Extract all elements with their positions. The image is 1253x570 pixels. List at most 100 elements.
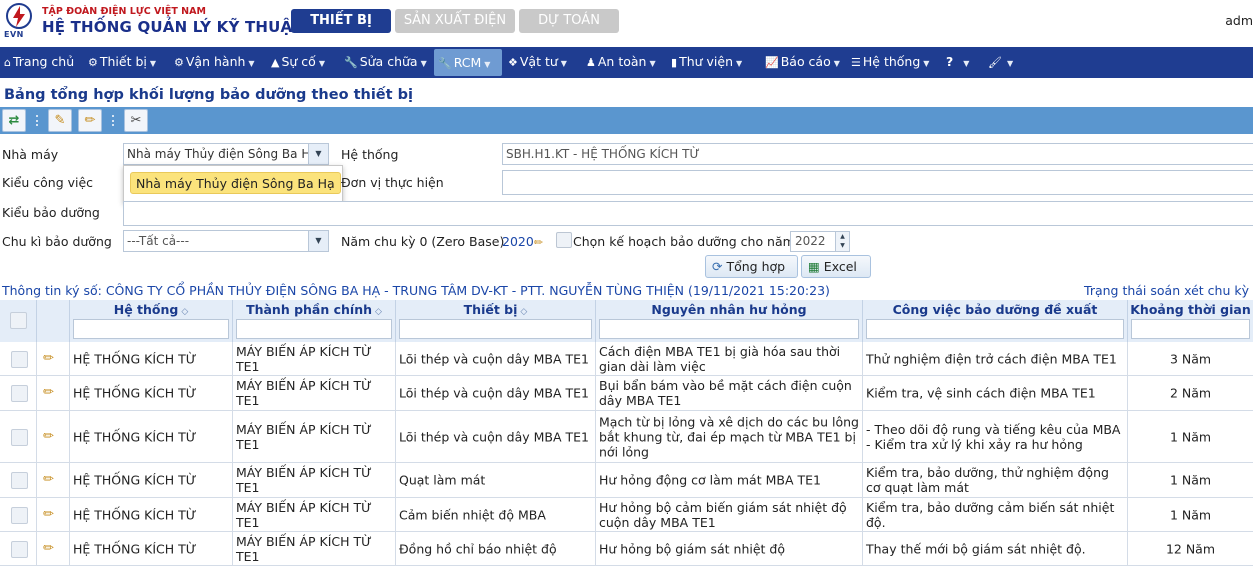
signature-info: Thông tin ký số: CÔNG TY CỔ PHẦN THỦY ĐI… [2, 283, 830, 298]
stepper-arrows-icon[interactable]: ▲ ▼ [835, 232, 849, 251]
page-title: Bảng tổng hợp khối lượng bảo dưỡng theo … [4, 87, 413, 103]
menu-van-hanh[interactable]: ⚙ Vận hành ▼ [174, 47, 255, 78]
menu-su-co[interactable]: ▲ Sự cố ▼ [271, 47, 325, 78]
row-checkbox[interactable] [11, 350, 28, 368]
edit-notes-icon: ✎ [54, 113, 66, 128]
chevron-down-icon[interactable]: ▼ [308, 231, 328, 251]
cell-cong-viec-text: Kiểm tra, bảo dưỡng cảm biến sát nhiệt đ… [866, 499, 1115, 530]
table-row[interactable]: ✏ HỆ THỐNG KÍCH TỪ MÁY BIẾN ÁP KÍCH TỪ TE1… [0, 411, 1253, 463]
tab-san-xuat-dien[interactable]: SẢN XUẤT ĐIỆN [395, 9, 515, 33]
cell-khoang-thoi-gian-text: 1 Năm [1169, 507, 1212, 522]
chon-ke-hoach-checkbox[interactable] [556, 232, 572, 248]
tools-button[interactable]: ✂ [124, 109, 148, 132]
cell-edit: ✏ [37, 376, 70, 410]
pencil-icon[interactable]: ✏ [43, 541, 54, 556]
table-row[interactable]: ✏ HỆ THỐNG KÍCH TỪ MÁY BIẾN ÁP KÍCH TỪ TE1… [0, 532, 1253, 566]
pencil-icon[interactable]: ✏ [43, 385, 54, 400]
menu-help[interactable]: ? ▼ [946, 47, 969, 78]
cell-nguyen-nhan-text: Hư hỏng bộ giám sát nhiệt độ [599, 541, 785, 556]
toolbar-separator [112, 115, 114, 126]
he-thong-input[interactable]: SBH.H1.KT - HỆ THỐNG KÍCH TỪ [502, 143, 1253, 165]
cell-nguyen-nhan-text: Bụi bẩn bám vào bề mặt cách điện cuộn dâ… [599, 378, 852, 408]
cell-cong-viec: - Theo dõi độ rung và tiếng kêu của MBA … [863, 411, 1128, 462]
chevron-down-icon: ▼ [833, 59, 840, 68]
cell-thiet-bi: Lõi thép và cuộn dây MBA TE1 [396, 342, 596, 375]
header-he-thong[interactable]: Hệ thống ◇ [70, 300, 233, 344]
user-name[interactable]: adm [1225, 13, 1253, 28]
chevron-down-icon: ▼ [248, 59, 255, 68]
cell-cong-viec: Thử nghiệm điện trở cách điện MBA TE1 [863, 342, 1128, 375]
row-checkbox[interactable] [11, 428, 28, 446]
swap-button[interactable]: ⇄ [2, 109, 26, 132]
select-all-checkbox[interactable] [10, 312, 27, 329]
edit-button[interactable]: ✏ [78, 109, 102, 132]
tab-thiet-bi[interactable]: THIẾT BỊ [291, 9, 391, 33]
filter-he-thong[interactable] [73, 319, 229, 339]
pencil-icon[interactable]: ✏ [43, 351, 54, 366]
cell-he-thong: HỆ THỐNG KÍCH TỪ [70, 498, 233, 531]
menu-theme[interactable]: 🖌 ▼ [988, 47, 1013, 78]
tab-du-toan[interactable]: DỰ TOÁN [519, 9, 619, 33]
nam-chu-ky-link[interactable]: 2020✏ [502, 234, 543, 249]
list-icon: ☰ [851, 56, 861, 69]
filter-thiet-bi[interactable] [399, 319, 592, 339]
cell-he-thong-text: HỆ THỐNG KÍCH TỪ [73, 385, 197, 401]
person-icon: ♟ [586, 56, 596, 69]
menu-rcm[interactable]: 🔧 RCM ▼ [434, 49, 502, 76]
filter-cong-viec[interactable] [866, 319, 1124, 339]
row-checkbox[interactable] [11, 506, 28, 524]
menu-trang-chu[interactable]: ⌂ Trang chủ [4, 47, 74, 78]
table-row[interactable]: ✏ HỆ THỐNG KÍCH TỪ MÁY BIẾN ÁP KÍCH TỪ TE1… [0, 342, 1253, 376]
don-vi-label: Đơn vị thực hiện [341, 175, 444, 190]
chu-ki-label: Chu kì bảo dưỡng [2, 234, 112, 249]
row-checkbox[interactable] [11, 472, 28, 489]
filter-thanh-phan[interactable] [236, 319, 392, 339]
header-thanh-phan[interactable]: Thành phần chính ◇ [233, 300, 396, 344]
menu-he-thong[interactable]: ☰ Hệ thống ▼ [851, 47, 929, 78]
chevron-down-icon: ▼ [1006, 59, 1014, 68]
header-khoang-thoi-gian[interactable]: Khoảng thời gian [1128, 300, 1253, 344]
table-row[interactable]: ✏ HỆ THỐNG KÍCH TỪ MÁY BIẾN ÁP KÍCH TỪ TE1… [0, 376, 1253, 411]
menu-thu-vien[interactable]: ▮ Thư viện ▼ [671, 47, 742, 78]
filter-nguyen-nhan[interactable] [599, 319, 859, 339]
nha-may-option[interactable]: Nhà máy Thủy điện Sông Ba Hạ [130, 172, 341, 194]
cell-edit: ✏ [37, 498, 70, 531]
table-row[interactable]: ✏ HỆ THỐNG KÍCH TỪ MÁY BIẾN ÁP KÍCH TỪ TE1… [0, 498, 1253, 532]
tong-hop-button[interactable]: ⟳ Tổng hợp [705, 255, 798, 278]
excel-button[interactable]: ▦ Excel [801, 255, 871, 278]
toolbar-separator [36, 115, 38, 126]
menu-an-toan[interactable]: ♟ An toàn ▼ [586, 47, 656, 78]
cell-thiet-bi-text: Lõi thép và cuộn dây MBA TE1 [399, 385, 589, 401]
kieu-bao-duong-input[interactable] [123, 201, 1253, 226]
chevron-down-icon[interactable]: ▼ [308, 144, 328, 164]
nha-may-select[interactable]: Nhà máy Thủy điện Sông Ba Hạ ▼ [123, 143, 329, 165]
edit-notes-button[interactable]: ✎ [48, 109, 72, 132]
status-link[interactable]: Trạng thái soán xét chu kỳ [1084, 283, 1249, 298]
pencil-icon[interactable]: ✏ [43, 507, 54, 522]
pencil-icon[interactable]: ✏ [43, 429, 54, 444]
brush-icon: 🖌 [988, 56, 1002, 69]
menu-vat-tu[interactable]: ❖ Vật tư ▼ [508, 47, 567, 78]
cell-cong-viec: Kiểm tra, bảo dưỡng, thử nghiệm động cơ … [863, 463, 1128, 497]
chevron-down-icon: ▼ [649, 59, 656, 68]
menu-sua-chua[interactable]: 🔧 Sửa chữa ▼ [344, 47, 427, 78]
cell-thanh-phan: MÁY BIẾN ÁP KÍCH TỪ TE1 [233, 376, 396, 410]
row-checkbox[interactable] [11, 385, 28, 402]
don-vi-input[interactable] [502, 170, 1253, 195]
table-row[interactable]: ✏ HỆ THỐNG KÍCH TỪ MÁY BIẾN ÁP KÍCH TỪ TE1… [0, 463, 1253, 498]
year-stepper[interactable]: 2022 ▲ ▼ [790, 231, 850, 252]
header-nguyen-nhan[interactable]: Nguyên nhân hư hỏng [596, 300, 863, 344]
filter-khoang-thoi-gian[interactable] [1131, 319, 1250, 339]
cell-thiet-bi-text: Cảm biến nhiệt độ MBA [399, 507, 546, 522]
cell-thiet-bi: Cảm biến nhiệt độ MBA [396, 498, 596, 531]
cell-thanh-phan-text: MÁY BIẾN ÁP KÍCH TỪ TE1 [236, 533, 372, 564]
pencil-icon[interactable]: ✏ [43, 472, 54, 487]
chu-ki-select[interactable]: ---Tất cả--- ▼ [123, 230, 329, 252]
cell-cong-viec-text: Kiểm tra, bảo dưỡng, thử nghiệm động cơ … [866, 465, 1109, 495]
cell-he-thong-text: HỆ THỐNG KÍCH TỪ [73, 541, 197, 556]
row-checkbox[interactable] [11, 540, 28, 558]
header-cong-viec[interactable]: Công việc bảo dưỡng đề xuất [863, 300, 1128, 344]
header-thiet-bi[interactable]: Thiết bị ◇ [396, 300, 596, 344]
menu-thiet-bi[interactable]: ⚙ Thiết bị ▼ [88, 47, 156, 78]
menu-bao-cao[interactable]: 📈 Báo cáo ▼ [765, 47, 840, 78]
